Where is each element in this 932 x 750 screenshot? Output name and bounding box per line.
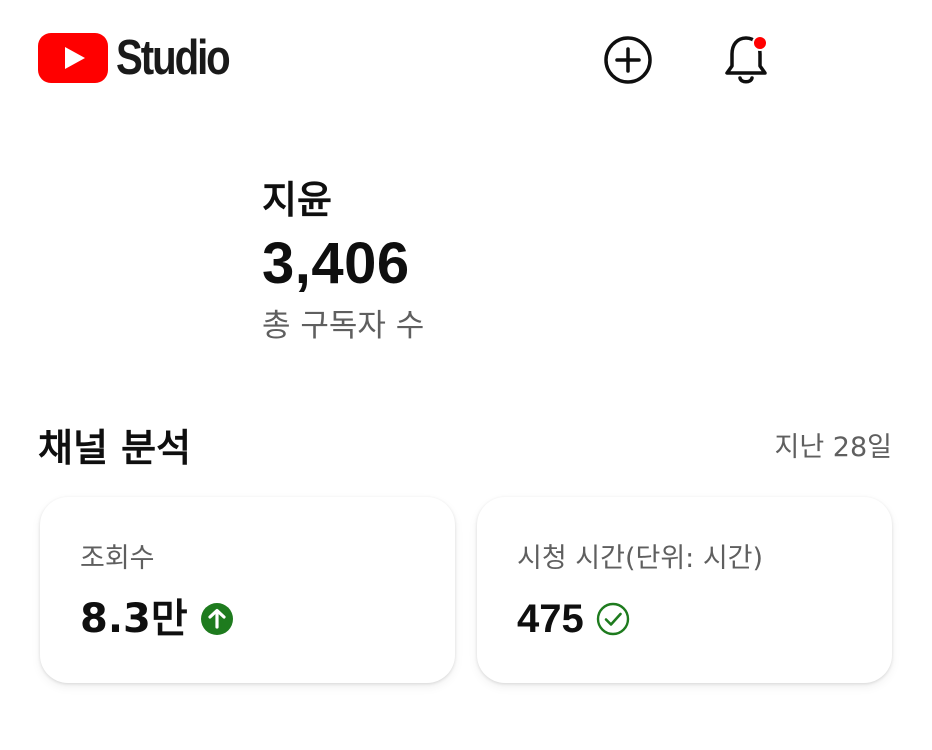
notifications-button[interactable] (716, 30, 776, 90)
analytics-period: 지난 28일 (774, 432, 892, 463)
create-button[interactable] (598, 30, 658, 90)
notification-badge (752, 35, 768, 51)
channel-name: 지윤 (262, 178, 332, 222)
watch-time-value: 475 (517, 597, 584, 641)
youtube-studio-logo[interactable]: Studio (38, 33, 253, 83)
add-circle-icon (604, 36, 652, 84)
app-header: Studio (0, 0, 932, 120)
views-card[interactable]: 조회수 8.3만 (40, 497, 455, 683)
arrow-up-circle-icon (200, 603, 233, 635)
check-circle-icon (596, 602, 629, 636)
views-value: 8.3만 (80, 596, 188, 642)
channel-summary: 지윤 3,406 총 구독자 수 (262, 172, 424, 352)
watch-time-value-row: 475 (517, 593, 630, 645)
views-value-row: 8.3만 (80, 593, 234, 645)
watch-time-card[interactable]: 시청 시간(단위: 시간) 475 (477, 497, 892, 683)
subscriber-count: 3,406 (262, 231, 410, 296)
watch-time-label: 시청 시간(단위: 시간) (517, 543, 764, 574)
logo-text: Studio (116, 30, 231, 85)
subscriber-label: 총 구독자 수 (262, 308, 425, 344)
views-label: 조회수 (80, 543, 155, 574)
analytics-title: 채널 분석 (38, 426, 192, 470)
youtube-play-icon (38, 33, 108, 83)
